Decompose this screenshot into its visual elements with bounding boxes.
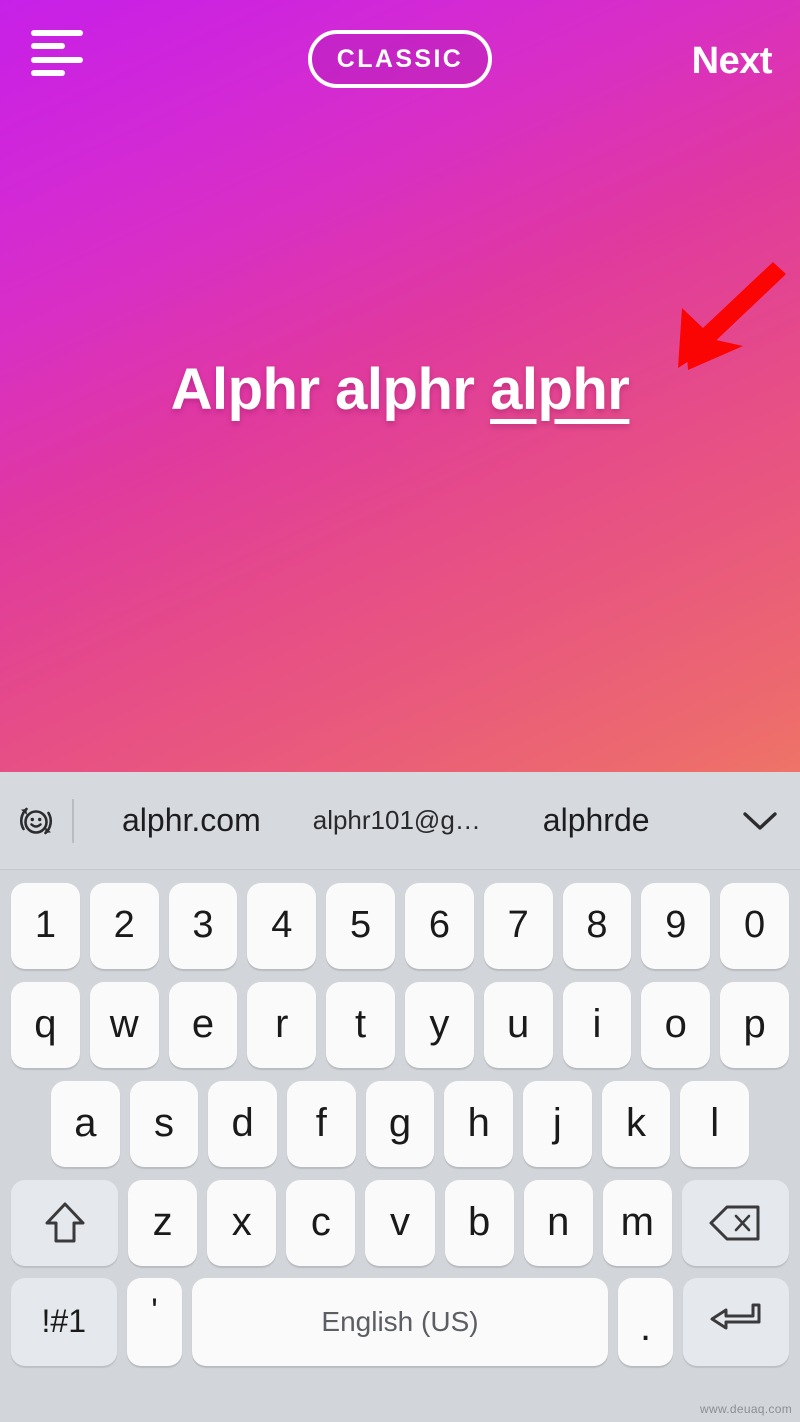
chevron-down-icon[interactable] xyxy=(720,772,800,870)
screen-root: CLASSIC Next Alphr alphr alphr alphr.com… xyxy=(0,0,800,1422)
key-l[interactable]: l xyxy=(680,1080,750,1167)
key-o[interactable]: o xyxy=(641,981,711,1068)
menu-line-4 xyxy=(31,69,65,76)
key-0[interactable]: 0 xyxy=(720,882,789,969)
backspace-delete-icon xyxy=(709,1205,760,1240)
key-period[interactable]: . xyxy=(617,1277,674,1366)
key-d[interactable]: d xyxy=(208,1080,278,1167)
key-symbols[interactable]: !#1 xyxy=(11,1277,117,1366)
suggestion-item-0[interactable]: alphr.com xyxy=(122,802,261,839)
text-style-label: CLASSIC xyxy=(336,44,464,73)
key-i[interactable]: i xyxy=(562,981,632,1068)
key-e[interactable]: e xyxy=(168,981,238,1068)
key-4[interactable]: 4 xyxy=(247,882,317,969)
asdf-row: a s d f g h j k l xyxy=(0,1074,800,1173)
key-h[interactable]: h xyxy=(444,1080,514,1167)
story-top-bar: CLASSIC Next xyxy=(0,0,800,118)
key-b[interactable]: b xyxy=(444,1179,514,1266)
story-text-plain: Alphr alphr xyxy=(170,357,491,422)
key-q[interactable]: q xyxy=(11,981,80,1068)
key-k[interactable]: k xyxy=(601,1080,671,1167)
key-enter[interactable] xyxy=(683,1277,790,1366)
key-backspace[interactable] xyxy=(681,1179,790,1266)
text-align-menu-icon[interactable] xyxy=(31,30,83,76)
key-8[interactable]: 8 xyxy=(562,882,632,969)
key-3[interactable]: 3 xyxy=(168,882,238,969)
story-text-underlined: alphr xyxy=(490,357,630,422)
number-row: 1 2 3 4 5 6 7 8 9 0 xyxy=(0,876,800,975)
key-g[interactable]: g xyxy=(365,1080,435,1167)
key-space[interactable]: English (US) xyxy=(192,1277,608,1366)
text-style-classic-button[interactable]: CLASSIC xyxy=(308,30,492,88)
key-1[interactable]: 1 xyxy=(11,882,80,969)
next-label: Next xyxy=(691,40,773,82)
key-t[interactable]: t xyxy=(326,981,395,1068)
key-apostrophe[interactable]: ' xyxy=(126,1277,183,1366)
site-watermark: www.deuaq.com xyxy=(700,1402,792,1416)
suggestion-item-2[interactable]: alphrde xyxy=(543,802,650,839)
key-s[interactable]: s xyxy=(129,1080,199,1167)
key-y[interactable]: y xyxy=(404,981,474,1068)
key-5[interactable]: 5 xyxy=(326,882,395,969)
key-p[interactable]: p xyxy=(720,981,789,1068)
key-z[interactable]: z xyxy=(128,1179,198,1266)
bottom-row: !#1 ' English (US) . xyxy=(0,1272,800,1371)
key-r[interactable]: r xyxy=(247,981,317,1068)
next-button[interactable]: Next xyxy=(691,40,773,83)
key-c[interactable]: c xyxy=(286,1179,356,1266)
menu-line-2 xyxy=(31,43,65,50)
key-7[interactable]: 7 xyxy=(483,882,553,969)
menu-line-1 xyxy=(31,30,83,36)
red-arrow-annotation xyxy=(678,262,786,370)
key-v[interactable]: v xyxy=(365,1179,435,1266)
qwerty-row: q w e r t y u i o p xyxy=(0,975,800,1074)
key-9[interactable]: 9 xyxy=(641,882,711,969)
emoji-switch-icon[interactable] xyxy=(0,772,72,870)
key-w[interactable]: w xyxy=(89,981,159,1068)
key-n[interactable]: n xyxy=(523,1179,593,1266)
key-m[interactable]: m xyxy=(602,1179,672,1266)
key-u[interactable]: u xyxy=(483,981,553,1068)
suggestion-bar: alphr.com alphr101@g… alphrde xyxy=(0,772,800,870)
story-canvas[interactable]: CLASSIC Next Alphr alphr alphr xyxy=(0,0,800,772)
menu-line-3 xyxy=(31,56,83,63)
key-j[interactable]: j xyxy=(523,1080,592,1167)
suggestion-item-1[interactable]: alphr101@g… xyxy=(313,805,481,836)
key-shift[interactable] xyxy=(11,1179,119,1266)
shift-arrow-up-icon xyxy=(45,1202,85,1242)
key-grid: 1 2 3 4 5 6 7 8 9 0 q w e r t y u i o p … xyxy=(0,870,800,1371)
key-a[interactable]: a xyxy=(51,1080,120,1167)
key-f[interactable]: f xyxy=(287,1080,356,1167)
key-6[interactable]: 6 xyxy=(404,882,474,969)
android-keyboard: alphr.com alphr101@g… alphrde 1 2 3 4 5 … xyxy=(0,772,800,1422)
key-x[interactable]: x xyxy=(207,1179,277,1266)
suggestion-list: alphr.com alphr101@g… alphrde xyxy=(74,772,720,870)
key-2[interactable]: 2 xyxy=(89,882,159,969)
enter-return-icon xyxy=(710,1303,761,1329)
zxcv-row: z x c v b n m xyxy=(0,1173,800,1272)
